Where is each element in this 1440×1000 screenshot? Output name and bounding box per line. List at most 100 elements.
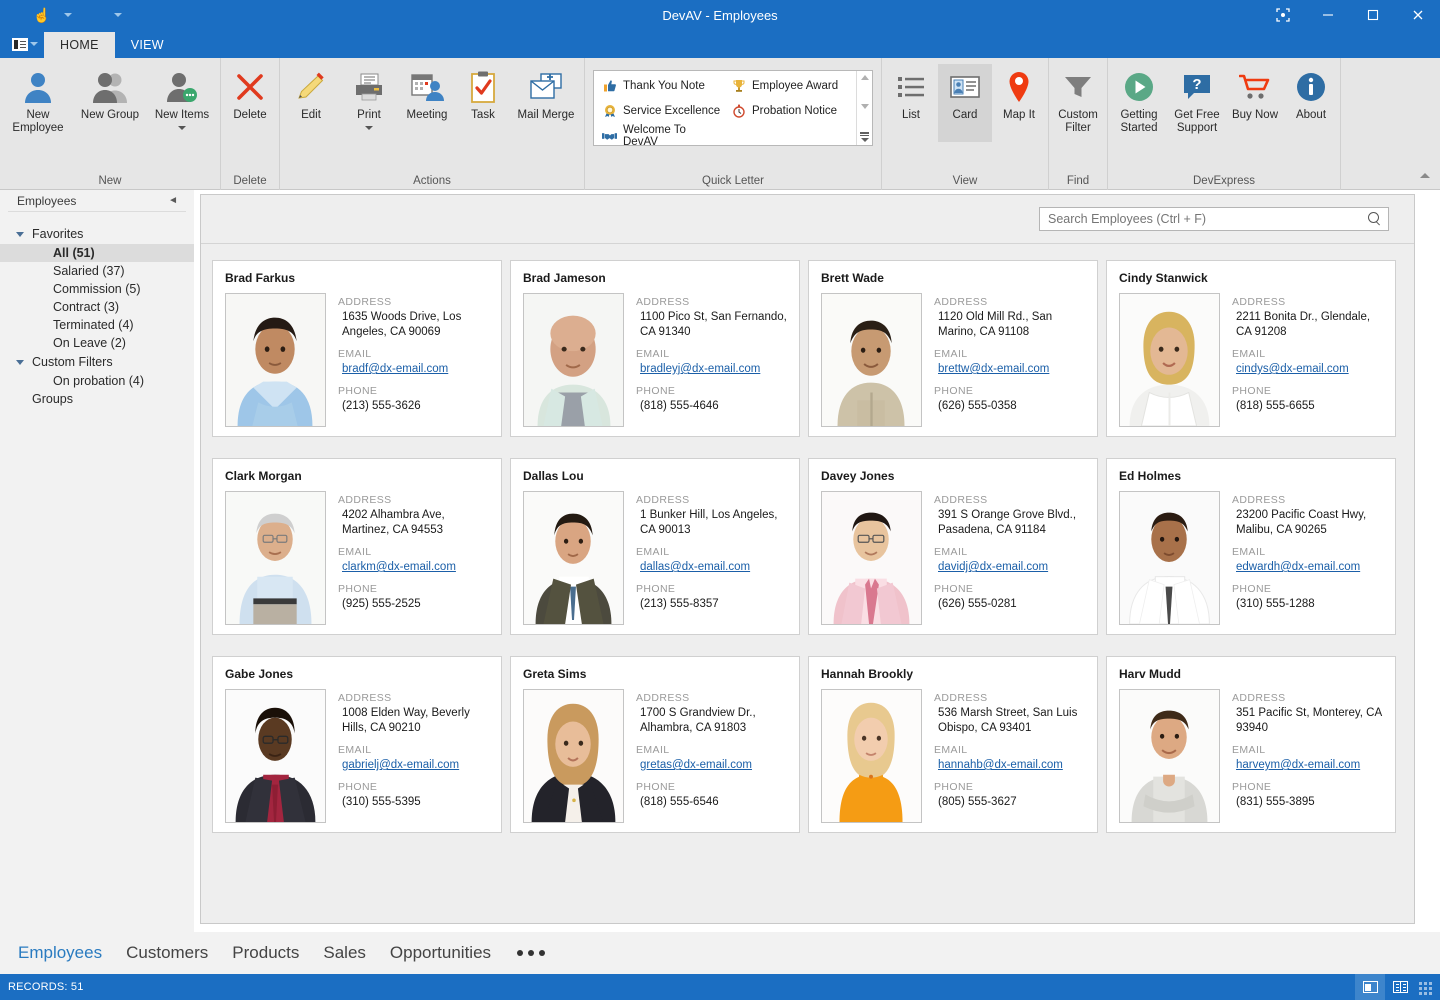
employee-email[interactable]: dallas@dx-email.com	[636, 560, 787, 575]
sidebar-item-on-leave[interactable]: On Leave (2)	[0, 334, 194, 352]
employee-card[interactable]: Hannah Brookly ADDRESS 536 Marsh Street,…	[808, 656, 1098, 833]
about-label: About	[1296, 109, 1326, 122]
employee-card[interactable]: Harv Mudd ADDRESS 351 Pacific St, Monter…	[1106, 656, 1396, 833]
touch-optimize-button[interactable]	[1260, 0, 1305, 30]
gallery-scroll-down-icon[interactable]	[861, 104, 869, 109]
bottom-nav-sales[interactable]: Sales	[315, 941, 374, 965]
new-items-button[interactable]: New Items	[146, 64, 218, 142]
meeting-button[interactable]: Meeting	[398, 64, 456, 142]
new-items-dropdown-caret-icon[interactable]	[178, 126, 186, 130]
gallery-scroll-up-icon[interactable]	[861, 75, 869, 80]
employee-card[interactable]: Brad Farkus ADDRESS 1635 Woods Drive, Lo…	[212, 260, 502, 437]
bottom-nav-opportunities[interactable]: Opportunities	[382, 941, 499, 965]
view-card-button[interactable]: Card	[938, 64, 992, 142]
close-button[interactable]	[1395, 0, 1440, 30]
gallery-scrollbar[interactable]	[856, 71, 872, 145]
employee-card[interactable]: Gabe Jones ADDRESS 1008 Elden Way, Bever…	[212, 656, 502, 833]
bottom-nav-products[interactable]: Products	[224, 941, 307, 965]
employee-email[interactable]: gretas@dx-email.com	[636, 758, 787, 773]
employee-card[interactable]: Brett Wade ADDRESS 1120 Old Mill Rd., Sa…	[808, 260, 1098, 437]
get-free-support-button[interactable]: ? Get Free Support	[1168, 64, 1226, 142]
status-list-view-button[interactable]	[1385, 974, 1415, 1000]
getting-started-button[interactable]: Getting Started	[1110, 64, 1168, 142]
search-box[interactable]	[1039, 207, 1389, 231]
sidebar-item-commission[interactable]: Commission (5)	[0, 280, 194, 298]
employee-email[interactable]: gabrielj@dx-email.com	[338, 758, 489, 773]
search-icon[interactable]	[1368, 212, 1382, 226]
employee-card[interactable]: Cindy Stanwick ADDRESS 2211 Bonita Dr., …	[1106, 260, 1396, 437]
sidebar-item-contract[interactable]: Contract (3)	[0, 298, 194, 316]
touch-mode-hand-icon[interactable]: ☝	[30, 4, 54, 26]
new-employee-button[interactable]: New Employee	[2, 64, 74, 142]
employee-email[interactable]: harveym@dx-email.com	[1232, 758, 1383, 773]
print-dropdown-caret-icon[interactable]	[365, 126, 373, 130]
tab-home[interactable]: HOME	[44, 32, 115, 58]
employee-email[interactable]: clarkm@dx-email.com	[338, 560, 489, 575]
new-group-button[interactable]: New Group	[74, 64, 146, 142]
resize-grip-icon[interactable]	[1419, 978, 1437, 996]
employee-email[interactable]: hannahb@dx-email.com	[934, 758, 1085, 773]
quick-letter-thank-you-note[interactable]: Thank You Note	[598, 73, 727, 98]
bottom-nav-customers[interactable]: Customers	[118, 941, 216, 965]
nav-group-custom-filters[interactable]: Custom Filters	[0, 352, 194, 372]
employee-email[interactable]: cindys@dx-email.com	[1232, 362, 1383, 377]
employee-fields: ADDRESS 2211 Bonita Dr., Glendale, CA 91…	[1232, 293, 1383, 427]
qat-customize-caret-icon[interactable]	[106, 4, 130, 26]
application-menu-button[interactable]	[6, 31, 44, 57]
sidebar-item-on-probation[interactable]: On probation (4)	[0, 372, 194, 390]
employee-card[interactable]: Ed Holmes ADDRESS 23200 Pacific Coast Hw…	[1106, 458, 1396, 635]
minimize-button[interactable]	[1305, 0, 1350, 30]
employee-email[interactable]: edwardh@dx-email.com	[1232, 560, 1383, 575]
buy-now-button[interactable]: Buy Now	[1226, 64, 1284, 142]
gallery-expand-icon[interactable]	[860, 132, 869, 142]
getting-started-label: Getting Started	[1110, 109, 1168, 135]
task-button[interactable]: Task	[456, 64, 510, 142]
bottom-nav-employees[interactable]: Employees	[10, 941, 110, 965]
custom-filter-button[interactable]: Custom Filter	[1051, 64, 1105, 142]
employee-card[interactable]: Brad Jameson ADDRESS 1100 Pico St, San F…	[510, 260, 800, 437]
employee-email[interactable]: bradleyj@dx-email.com	[636, 362, 787, 377]
list-icon	[897, 70, 925, 104]
employee-fields: ADDRESS 23200 Pacific Coast Hwy, Malibu,…	[1232, 491, 1383, 625]
nav-group-favorites[interactable]: Favorites	[0, 224, 194, 244]
tab-view[interactable]: VIEW	[115, 32, 180, 58]
employee-name: Greta Sims	[523, 667, 787, 681]
card-view-container: Brad Farkus ADDRESS 1635 Woods Drive, Lo…	[200, 194, 1415, 924]
about-button[interactable]: About	[1284, 64, 1338, 142]
quick-letter-probation-notice[interactable]: Probation Notice	[727, 98, 856, 123]
employee-email[interactable]: brettw@dx-email.com	[934, 362, 1085, 377]
view-list-button[interactable]: List	[884, 64, 938, 142]
employee-card[interactable]: Greta Sims ADDRESS 1700 S Grandview Dr.,…	[510, 656, 800, 833]
employee-card[interactable]: Clark Morgan ADDRESS 4202 Alhambra Ave, …	[212, 458, 502, 635]
sidebar-item-all[interactable]: All (51)	[0, 244, 194, 262]
collapse-pane-chevron-left-icon[interactable]: ◄	[168, 195, 178, 206]
view-map-it-button[interactable]: Map It	[992, 64, 1046, 142]
print-button[interactable]: Print	[340, 64, 398, 142]
qat-caret-down-icon[interactable]	[56, 4, 80, 26]
quick-letter-service-excellence[interactable]: Service Excellence	[598, 98, 727, 123]
edit-button[interactable]: Edit	[282, 64, 340, 142]
collapse-ribbon-button[interactable]	[1416, 166, 1434, 184]
quick-letter-employee-award[interactable]: Employee Award	[727, 73, 856, 98]
quick-letter-welcome-to-devav[interactable]: Welcome To DevAV	[598, 123, 727, 148]
navigation-pane-title: Employees	[17, 194, 168, 208]
sidebar-item-terminated[interactable]: Terminated (4)	[0, 316, 194, 334]
person-add-icon	[166, 70, 198, 104]
employee-email[interactable]: bradf@dx-email.com	[338, 362, 489, 377]
search-input[interactable]	[1048, 212, 1368, 226]
employee-card[interactable]: Davey Jones ADDRESS 391 S Orange Grove B…	[808, 458, 1098, 635]
quick-letter-welcome-label: Welcome To DevAV	[623, 124, 723, 148]
bottom-nav-more-button[interactable]	[507, 950, 555, 956]
employee-email[interactable]: davidj@dx-email.com	[934, 560, 1085, 575]
phone-label: PHONE	[1232, 780, 1383, 795]
sidebar-item-salaried[interactable]: Salaried (37)	[0, 262, 194, 280]
status-card-view-button[interactable]	[1355, 974, 1385, 1000]
chevron-up-icon	[1420, 173, 1430, 178]
employee-address: 1120 Old Mill Rd., San Marino, CA 91108	[934, 310, 1085, 340]
employee-card[interactable]: Dallas Lou ADDRESS 1 Bunker Hill, Los An…	[510, 458, 800, 635]
mail-merge-button[interactable]: Mail Merge	[510, 64, 582, 142]
maximize-button[interactable]	[1350, 0, 1395, 30]
delete-button[interactable]: Delete	[223, 64, 277, 142]
sidebar-item-groups[interactable]: Groups	[0, 390, 194, 408]
cards-scroll-region[interactable]: Brad Farkus ADDRESS 1635 Woods Drive, Lo…	[201, 244, 1414, 923]
